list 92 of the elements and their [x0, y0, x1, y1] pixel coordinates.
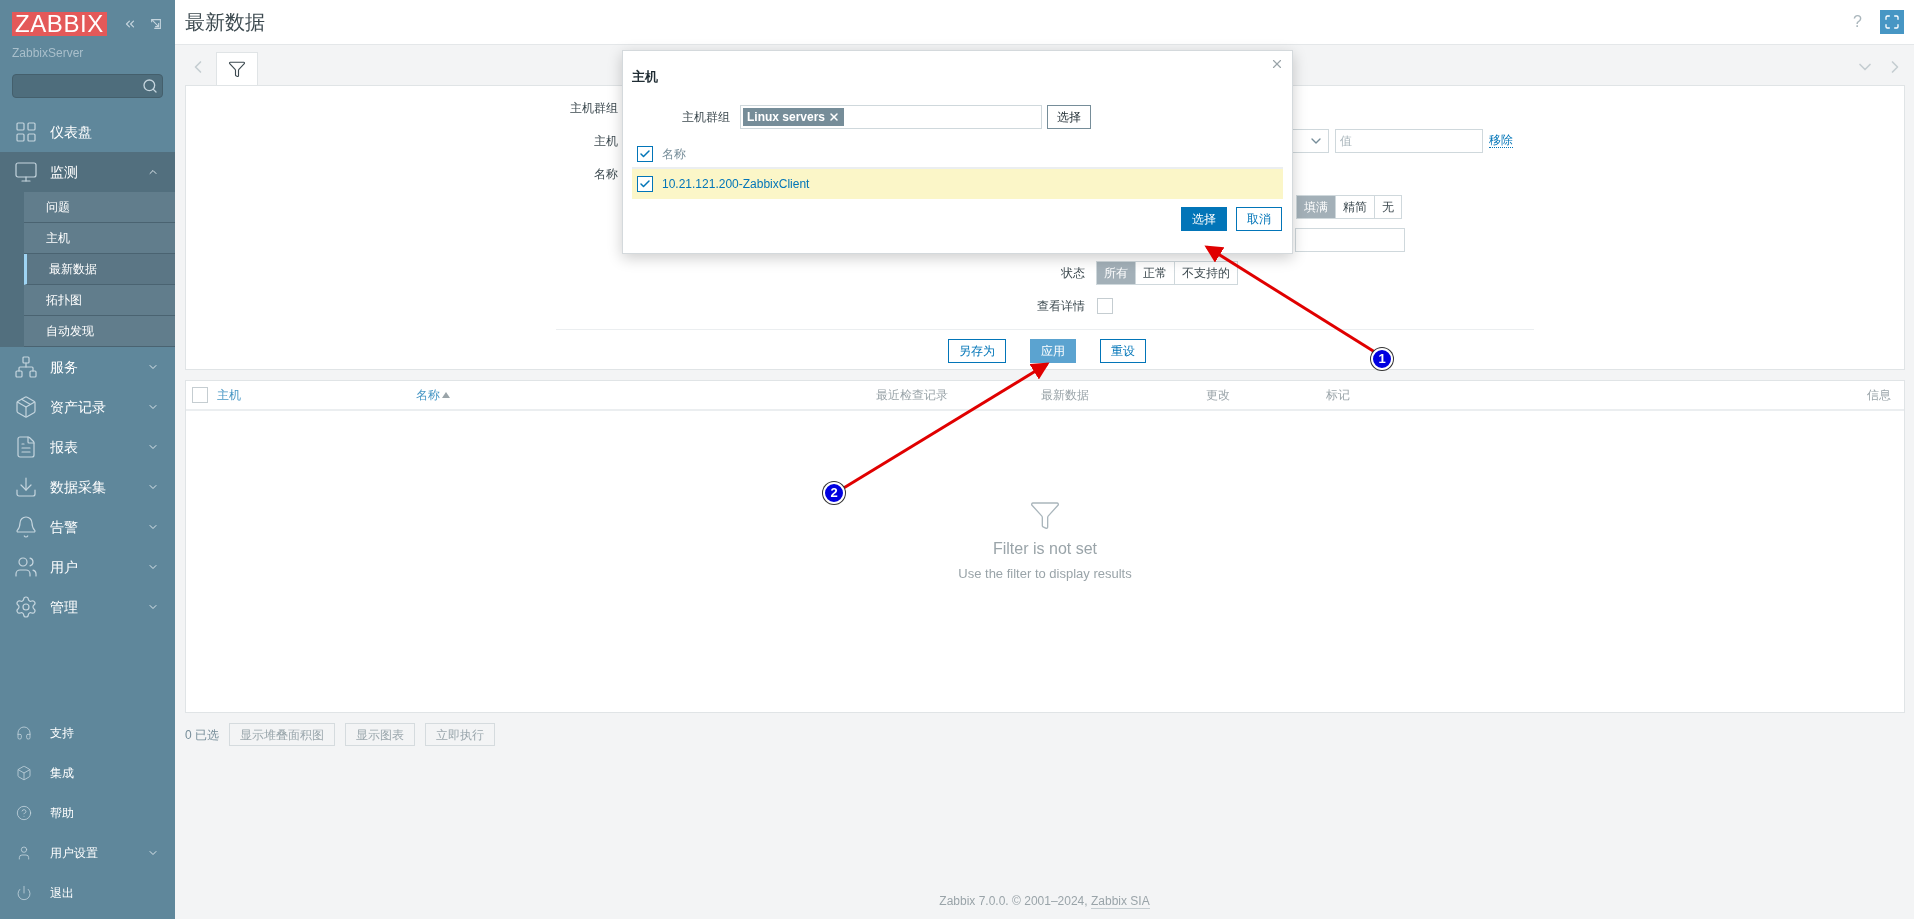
submenu-item[interactable]: 最新数据 [24, 254, 175, 285]
power-icon [16, 885, 32, 901]
menu-item[interactable]: 仪表盘 [0, 112, 175, 152]
filter-icon [1029, 499, 1061, 531]
hierarchy-icon [14, 355, 38, 379]
segment-option[interactable]: 填满 [1296, 194, 1336, 219]
filter-tab[interactable] [216, 52, 258, 85]
field-label: 主机群组 [570, 99, 618, 117]
menu-item[interactable]: 服务 [0, 347, 175, 387]
cube-icon [16, 765, 32, 781]
help-icon [16, 805, 32, 821]
remove-icon[interactable] [828, 110, 841, 123]
segment-option[interactable]: 精简 [1335, 194, 1375, 219]
column-header: 最新数据 [1041, 387, 1089, 404]
bell-icon [14, 515, 38, 539]
selected-count: 0 已选 [185, 726, 219, 744]
column-header: 信息 [1867, 387, 1891, 404]
field-label: 查看详情 [1036, 297, 1086, 315]
menu-item[interactable]: 支持 [0, 713, 175, 753]
input-field[interactable] [1295, 227, 1405, 252]
multiselect-field[interactable]: Linux servers [740, 104, 1042, 129]
menu-item[interactable]: 监测 [0, 152, 175, 192]
search-field[interactable] [12, 74, 163, 98]
copyright-text: Zabbix 7.0.0. © 2001–2024, Zabbix SIA [939, 893, 1150, 910]
menu-item[interactable]: 数据采集 [0, 467, 175, 507]
check-icon [639, 147, 651, 160]
filter-icon [228, 60, 246, 78]
segment-option[interactable]: 所有 [1096, 260, 1136, 285]
empty-text: Use the filter to display results [958, 565, 1132, 583]
step-badge: 2 [823, 482, 845, 504]
monitor-icon [14, 160, 38, 184]
group-tag[interactable]: Linux servers [743, 107, 845, 126]
fullscreen-icon [1884, 14, 1900, 30]
field-label: 名称 [594, 165, 618, 183]
close-icon[interactable] [1270, 57, 1284, 71]
submenu-item[interactable]: 拓扑图 [24, 285, 175, 316]
company-link[interactable]: Zabbix SIA [1090, 894, 1150, 909]
cube-icon [14, 395, 38, 419]
document-icon [14, 435, 38, 459]
column-header: 更改 [1206, 387, 1230, 404]
external-icon[interactable] [149, 16, 163, 32]
segment-option[interactable]: 正常 [1135, 260, 1175, 285]
dialog-title: 主机 [632, 68, 659, 86]
settings-icon [14, 595, 38, 619]
details-checkbox[interactable] [1097, 297, 1113, 314]
row-checkbox[interactable] [637, 175, 653, 192]
filter-button[interactable]: 应用 [1030, 339, 1076, 363]
menu-item[interactable]: 资产记录 [0, 387, 175, 427]
host-link[interactable]: 10.21.121.200-ZabbixClient [662, 174, 810, 193]
menu-item[interactable]: 管理 [0, 587, 175, 627]
grid-icon [14, 120, 38, 144]
menu-item[interactable]: 报表 [0, 427, 175, 467]
check-icon [639, 177, 651, 190]
user-icon [16, 845, 32, 861]
select-all-checkbox[interactable] [637, 145, 653, 162]
menu-item[interactable]: 帮助 [0, 793, 175, 833]
menu-item[interactable]: 用户 [0, 547, 175, 587]
filter-button[interactable]: 另存为 [948, 339, 1006, 363]
step-badge: 1 [1371, 348, 1393, 370]
menu-item[interactable]: 告警 [0, 507, 175, 547]
select-button[interactable]: 选择 [1047, 104, 1091, 129]
page-title: 最新数据 [185, 10, 265, 35]
help-link[interactable]: ? [1853, 10, 1862, 34]
menu-item[interactable]: 集成 [0, 753, 175, 793]
filter-button[interactable]: 重设 [1100, 339, 1146, 363]
search-icon[interactable] [142, 78, 158, 94]
segment-option[interactable]: 无 [1374, 194, 1402, 219]
dialog-button[interactable]: 取消 [1236, 206, 1282, 231]
column-header[interactable]: 名称 [416, 386, 440, 404]
remove-link[interactable]: 移除 [1489, 133, 1513, 148]
empty-title: Filter is not set [993, 539, 1097, 559]
submenu-item[interactable]: 自动发现 [24, 316, 175, 347]
column-header: 最近检查记录 [876, 387, 948, 404]
submenu-item[interactable]: 主机 [24, 223, 175, 254]
field-label: 主机群组 [681, 108, 731, 126]
menu-item[interactable]: 退出 [0, 873, 175, 913]
server-name: ZabbixServer [11, 45, 85, 62]
submenu-item[interactable]: 问题 [24, 192, 175, 223]
field-label: 状态 [1060, 264, 1086, 282]
users-icon [14, 555, 38, 579]
download-icon [14, 475, 38, 499]
field-label: 主机 [594, 132, 618, 150]
column-header[interactable]: 主机 [217, 386, 241, 404]
value-field[interactable]: 值 [1335, 128, 1483, 153]
headphones-icon [16, 725, 32, 741]
dialog-button[interactable]: 选择 [1181, 206, 1227, 231]
fullscreen-button[interactable] [1880, 10, 1904, 34]
column-header: 标记 [1326, 387, 1350, 404]
logo: ZABBIX [12, 12, 107, 36]
column-header: 名称 [662, 145, 686, 163]
menu-item[interactable]: 用户设置 [0, 833, 175, 873]
segment-option[interactable]: 不支持的 [1174, 260, 1238, 285]
